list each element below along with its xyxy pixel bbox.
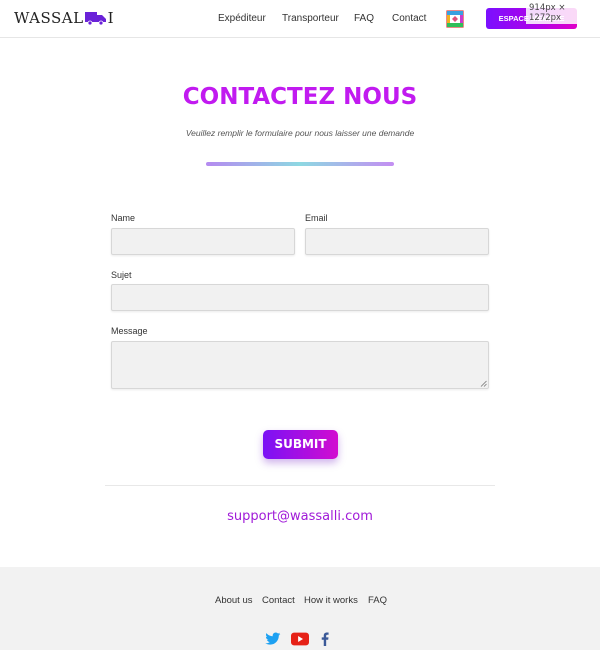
title-divider <box>206 162 394 166</box>
dimension-badge: 914px × 1272px <box>526 2 600 24</box>
logo-text-left: WASSAL <box>14 9 84 27</box>
site-logo[interactable]: WASSAL I <box>14 9 114 27</box>
site-footer: About us Contact How it works FAQ <box>0 567 600 650</box>
nav-item-transporteur[interactable]: Transporteur <box>282 13 339 24</box>
page-title: CONTACTEZ NOUS <box>182 84 418 110</box>
site-header: WASSAL I Expéditeur Transporteur FAQ Con… <box>0 0 600 38</box>
subject-input[interactable] <box>111 284 489 311</box>
name-input[interactable] <box>111 228 295 255</box>
subject-label: Sujet <box>111 270 132 280</box>
section-divider <box>105 485 495 486</box>
language-flag-icon[interactable] <box>446 10 464 28</box>
footer-link-about[interactable]: About us <box>215 595 253 606</box>
page-subtitle: Veuillez remplir le formulaire pour nous… <box>185 128 415 138</box>
message-label: Message <box>111 326 148 336</box>
youtube-icon[interactable] <box>291 632 309 646</box>
nav-item-contact[interactable]: Contact <box>392 13 426 24</box>
footer-link-faq[interactable]: FAQ <box>368 595 387 606</box>
name-label: Name <box>111 213 136 223</box>
facebook-icon[interactable] <box>320 632 330 646</box>
resize-grip-icon[interactable] <box>480 380 487 387</box>
footer-link-contact[interactable]: Contact <box>262 595 295 606</box>
twitter-icon[interactable] <box>265 632 281 646</box>
nav-item-expediteur[interactable]: Expéditeur <box>218 13 266 24</box>
support-email-link[interactable]: support@wassalli.com <box>0 509 600 524</box>
nav-item-faq[interactable]: FAQ <box>354 13 374 24</box>
message-textarea[interactable] <box>111 341 489 389</box>
truck-icon <box>84 12 106 25</box>
logo-text-right: I <box>107 9 115 27</box>
email-label: Email <box>305 213 328 223</box>
email-input[interactable] <box>305 228 489 255</box>
footer-link-how-it-works[interactable]: How it works <box>304 595 358 606</box>
submit-button[interactable]: SUBMIT <box>263 430 338 459</box>
